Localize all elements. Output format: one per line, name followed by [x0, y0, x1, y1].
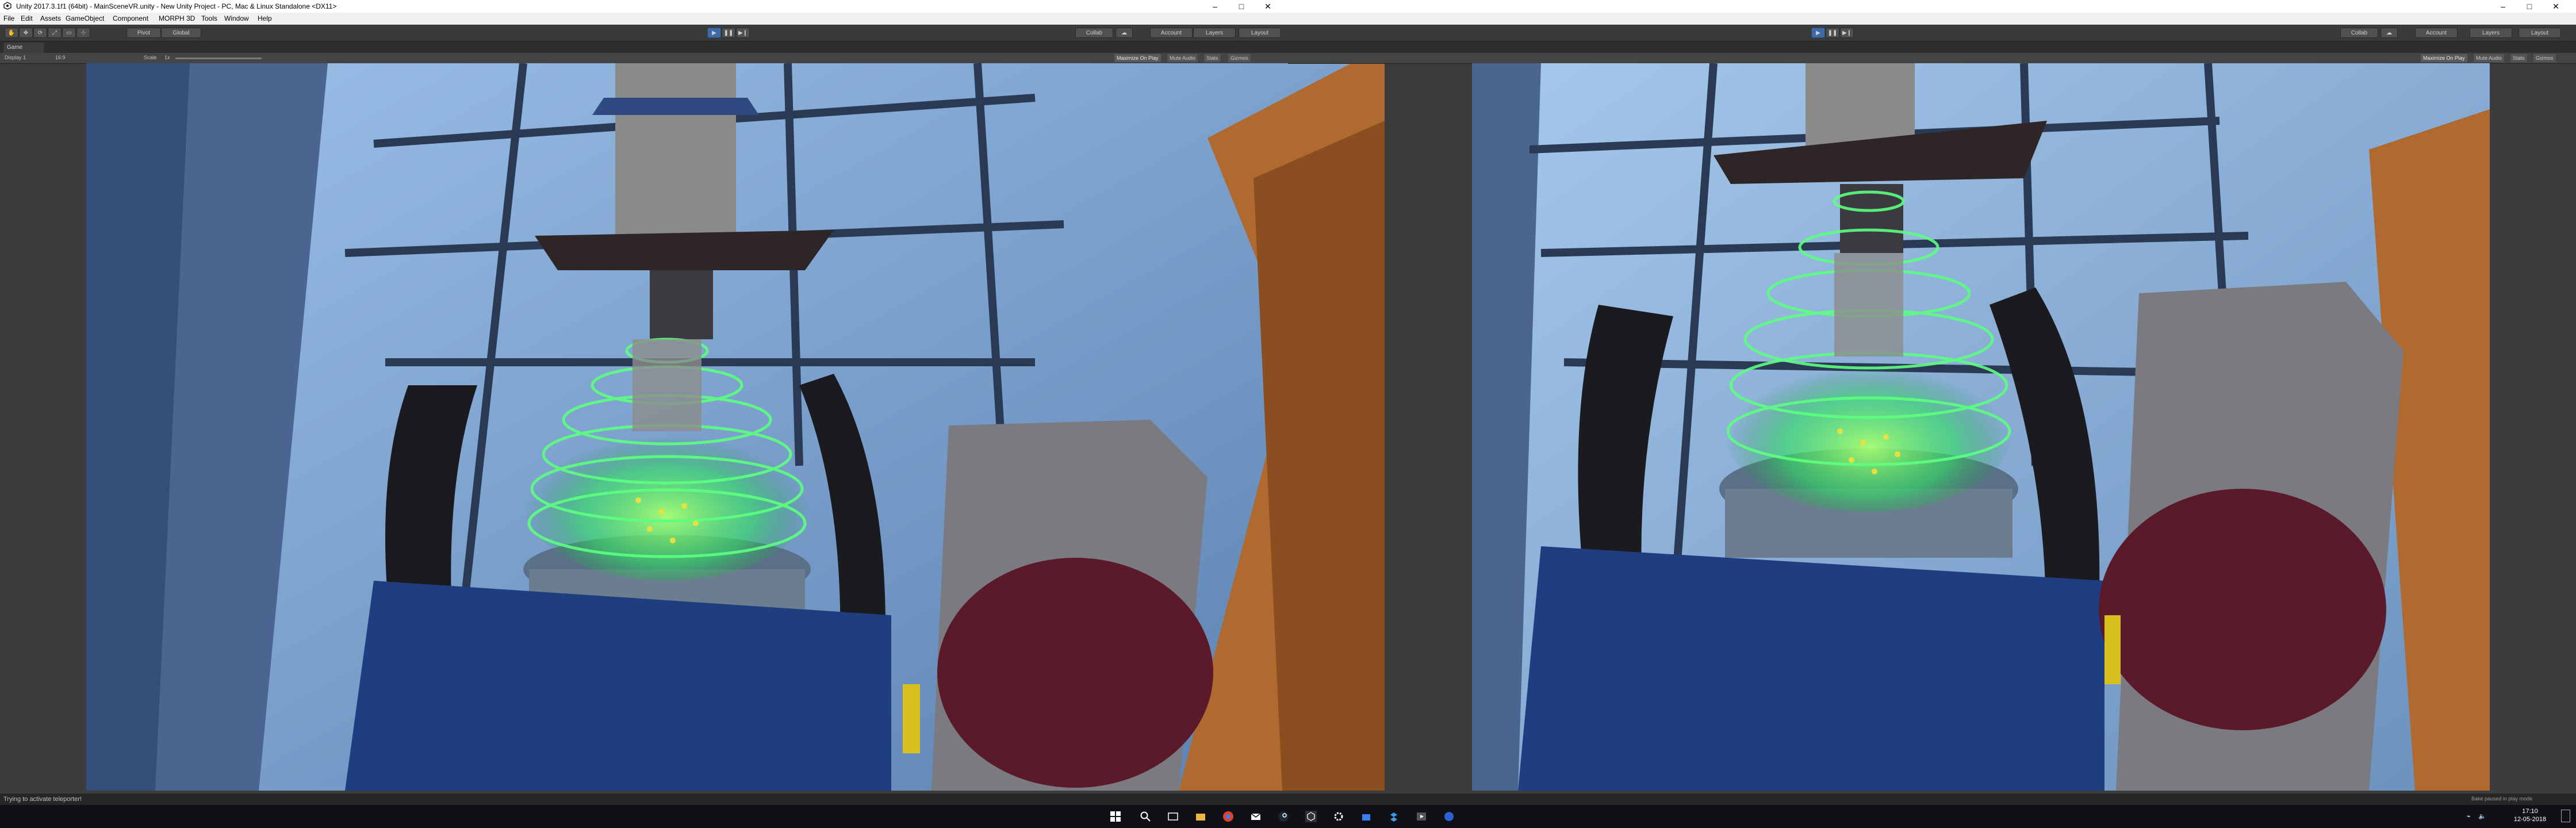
menu-component[interactable]: Component: [113, 14, 148, 22]
move-tool-icon[interactable]: ✥: [19, 28, 33, 38]
minimize-icon[interactable]: –: [2490, 0, 2516, 13]
menu-window[interactable]: Window: [224, 14, 249, 22]
rect-tool-icon[interactable]: ▭: [62, 28, 76, 38]
aspect-dropdown[interactable]: 16:9: [55, 55, 66, 60]
maximize-on-play-toggle[interactable]: Maximize On Play: [2421, 54, 2467, 62]
unity-logo-icon: [3, 2, 12, 10]
layout-dropdown[interactable]: Layout: [2518, 28, 2561, 38]
scale-value: 1x: [164, 55, 170, 60]
pivot-toggle[interactable]: Pivot: [126, 28, 161, 38]
hand-tool-icon[interactable]: ✋: [5, 28, 18, 38]
play-icon[interactable]: ▶: [707, 28, 721, 38]
network-icon[interactable]: ⌁: [2467, 812, 2471, 820]
scale-slider[interactable]: [175, 57, 262, 59]
tab-game[interactable]: Game: [3, 43, 44, 53]
gizmos-dropdown[interactable]: Gizmos: [2533, 54, 2556, 62]
cloud-icon[interactable]: ☁: [2380, 28, 2398, 38]
game-view-controls-right: Maximize On Play Mute Audio Stats Gizmos: [1288, 53, 2576, 64]
clock-date: 12-05-2018: [2513, 816, 2547, 823]
maximize-icon[interactable]: □: [2516, 0, 2543, 13]
task-view-icon[interactable]: [1167, 811, 1179, 822]
game-tab-bar: Game: [0, 41, 1288, 53]
menu-bar-right: [1288, 13, 2576, 25]
window-title: Unity 2017.3.1f1 (64bit) - MainSceneVR.u…: [16, 2, 337, 10]
account-dropdown[interactable]: Account: [1150, 28, 1193, 38]
close-icon[interactable]: ✕: [1255, 0, 1281, 13]
minimize-icon[interactable]: –: [1202, 0, 1228, 13]
dropbox-icon[interactable]: [1388, 811, 1400, 822]
display-dropdown[interactable]: Display 1: [5, 55, 26, 60]
pause-icon[interactable]: ❚❚: [722, 28, 735, 38]
close-icon[interactable]: ✕: [2543, 0, 2569, 13]
title-bar[interactable]: Unity 2017.3.1f1 (64bit) - MainSceneVR.u…: [0, 0, 1288, 13]
settings-icon[interactable]: [1333, 811, 1344, 822]
maximize-on-play-toggle[interactable]: Maximize On Play: [1114, 54, 1161, 62]
stats-toggle[interactable]: Stats: [1204, 54, 1221, 62]
stats-toggle[interactable]: Stats: [2510, 54, 2527, 62]
maximize-icon[interactable]: □: [1228, 0, 1255, 13]
pause-icon[interactable]: ❚❚: [1826, 28, 1839, 38]
menu-file[interactable]: File: [3, 14, 14, 22]
menu-edit[interactable]: Edit: [21, 14, 33, 22]
mute-audio-toggle[interactable]: Mute Audio: [1167, 54, 1198, 62]
layers-dropdown[interactable]: Layers: [2470, 28, 2512, 38]
step-icon[interactable]: ▶❙: [1840, 28, 1854, 38]
status-bar-right: Bake paused in play mode: [1288, 793, 2576, 805]
play-icon[interactable]: ▶: [1811, 28, 1825, 38]
step-icon[interactable]: ▶❙: [736, 28, 750, 38]
game-tab-bar-right: [1288, 41, 2576, 53]
layers-dropdown[interactable]: Layers: [1193, 28, 1236, 38]
menu-help[interactable]: Help: [258, 14, 272, 22]
notifications-icon[interactable]: [2561, 810, 2570, 822]
menu-morph3d[interactable]: MORPH 3D: [159, 14, 195, 22]
volume-icon[interactable]: 🔈: [2478, 812, 2486, 820]
unity-icon[interactable]: [1305, 811, 1317, 822]
scale-tool-icon[interactable]: ⤢: [48, 28, 62, 38]
menu-gameobject[interactable]: GameObject: [66, 14, 104, 22]
title-bar-right[interactable]: – □ ✕: [1288, 0, 2576, 13]
menu-assets[interactable]: Assets: [40, 14, 61, 22]
windows-taskbar: ⌁ 🔈 17:10 12-05-2018: [0, 805, 2576, 828]
collab-dropdown[interactable]: Collab: [2340, 28, 2378, 38]
menu-bar: File Edit Assets GameObject Component MO…: [0, 13, 1288, 25]
scene-render-right: [1472, 63, 2490, 791]
game-view-controls: Display 1 16:9 Scale 1x Maximize On Play…: [0, 53, 1288, 64]
layout-dropdown[interactable]: Layout: [1239, 28, 1281, 38]
account-dropdown[interactable]: Account: [2415, 28, 2458, 38]
bake-note-right: Bake paused in play mode: [2471, 796, 2533, 802]
store-icon[interactable]: [1360, 811, 1372, 822]
game-viewport-left[interactable]: [86, 63, 1385, 791]
status-bar: Trying to activate teleporter! Bake paus…: [0, 793, 1427, 805]
search-icon[interactable]: [1140, 811, 1151, 822]
clock[interactable]: 17:10 12-05-2018: [2507, 805, 2553, 828]
menu-tools[interactable]: Tools: [201, 14, 217, 22]
main-toolbar-right: ▶ ❚❚ ▶❙ Collab ☁ Account Layers Layout: [1288, 25, 2576, 41]
collab-dropdown[interactable]: Collab: [1075, 28, 1113, 38]
right-eye-panel: – □ ✕ ▶ ❚❚ ▶❙ Collab ☁ Account Layers La…: [1288, 0, 2576, 805]
global-toggle[interactable]: Global: [161, 28, 201, 38]
media-icon[interactable]: [1416, 811, 1427, 822]
steam-icon[interactable]: [1278, 811, 1289, 822]
main-toolbar: ✋ ✥ ⟳ ⤢ ▭ ⊹ Pivot Global ▶ ❚❚ ▶❙ Layout …: [0, 25, 1288, 41]
cloud-icon[interactable]: ☁: [1116, 28, 1133, 38]
mail-icon[interactable]: [1250, 811, 1262, 822]
explorer-icon[interactable]: [1195, 811, 1206, 822]
clock-time: 17:10: [2522, 808, 2538, 815]
app-icon[interactable]: [1443, 811, 1455, 822]
chrome-icon[interactable]: [1222, 811, 1234, 822]
status-message: Trying to activate teleporter!: [3, 796, 82, 803]
scene-render-left: [86, 63, 1385, 791]
scale-label: Scale: [144, 55, 157, 60]
gizmos-dropdown[interactable]: Gizmos: [1228, 54, 1251, 62]
game-viewport-right[interactable]: [1472, 63, 2490, 791]
left-eye-panel: Unity 2017.3.1f1 (64bit) - MainSceneVR.u…: [0, 0, 1427, 805]
rotate-tool-icon[interactable]: ⟳: [33, 28, 47, 38]
transform-tool-icon[interactable]: ⊹: [76, 28, 90, 38]
start-icon[interactable]: [1110, 811, 1121, 822]
mute-audio-toggle[interactable]: Mute Audio: [2474, 54, 2505, 62]
